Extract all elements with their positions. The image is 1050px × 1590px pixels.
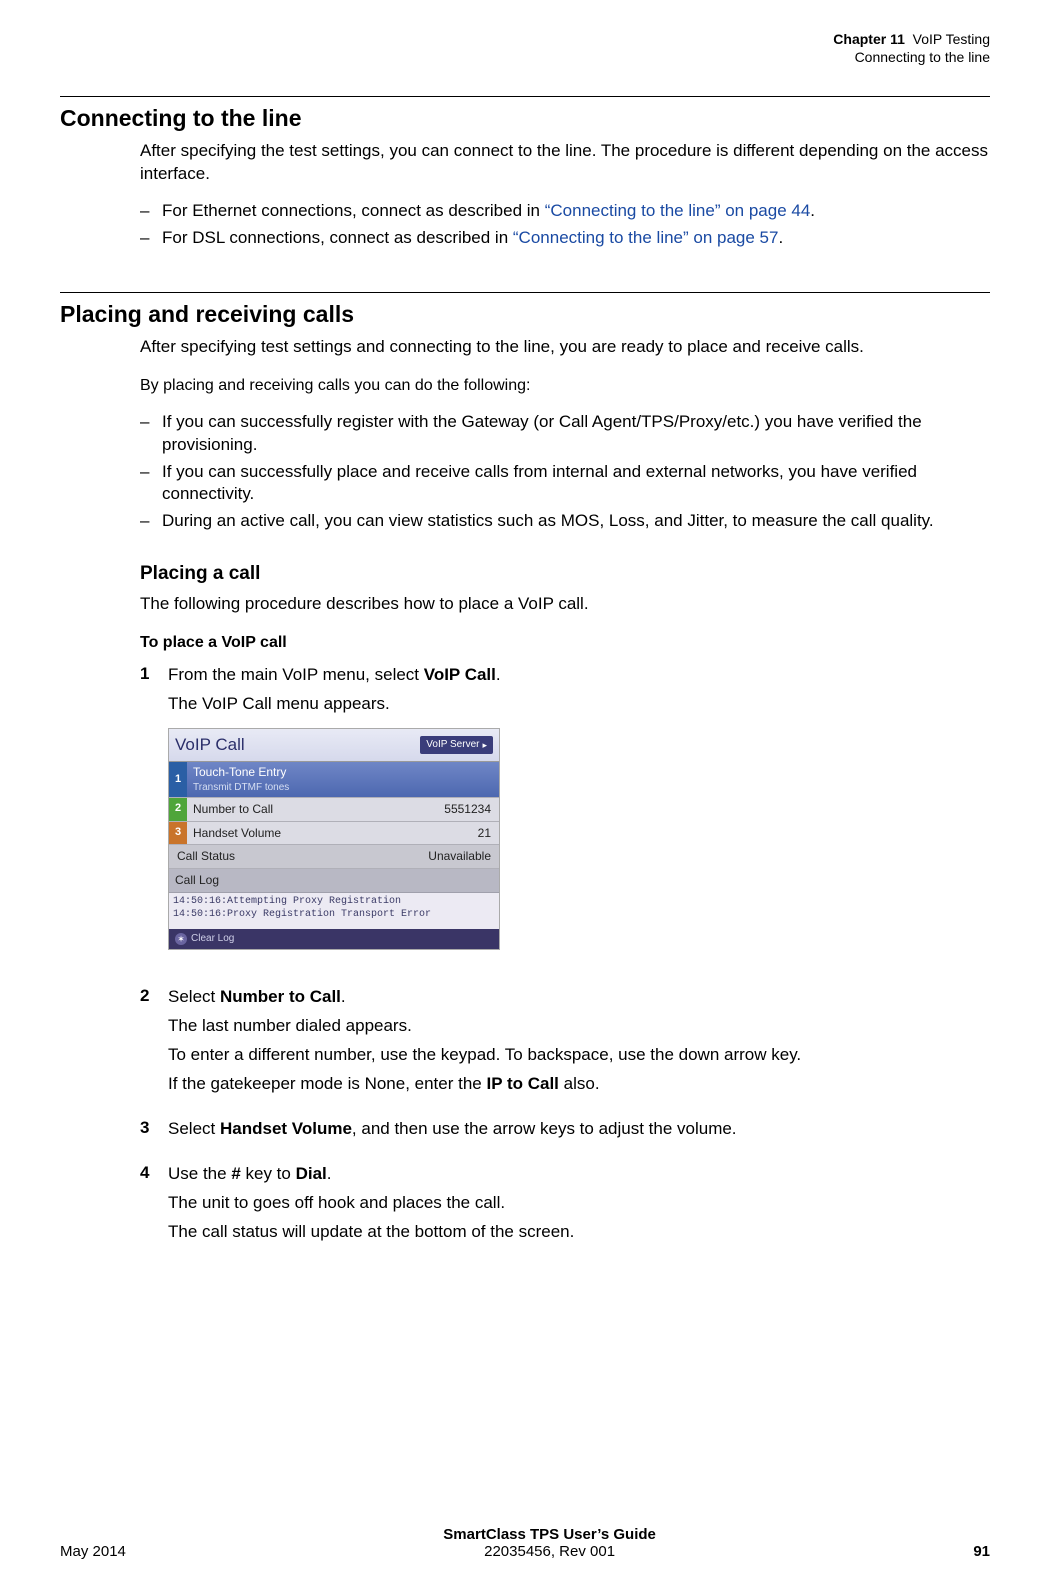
row-sublabel: Transmit DTMF tones <box>193 781 493 795</box>
voip-server-softkey[interactable]: VoIP Server <box>420 736 493 754</box>
section-rule <box>60 96 990 97</box>
xref-line-57[interactable]: “Connecting to the line” on page 57 <box>513 228 779 247</box>
step-number: 3 <box>140 1116 168 1147</box>
chapter-label: Chapter 11 <box>833 31 905 47</box>
row-number-3: 3 <box>169 822 187 845</box>
row-number-1: 1 <box>169 762 187 797</box>
voip-title: VoIP Call <box>175 733 245 757</box>
section1-bullet-ethernet: For Ethernet connections, connect as des… <box>140 200 990 223</box>
voip-row-call-status: Call Status Unavailable <box>169 845 499 869</box>
section2-subintro: By placing and receiving calls you can d… <box>140 375 990 397</box>
row-number-2: 2 <box>169 798 187 821</box>
step-number: 4 <box>140 1161 168 1250</box>
voip-log-area: 14:50:16:Attempting Proxy Registration 1… <box>169 893 499 929</box>
voip-row-touchtone[interactable]: 1 Touch-Tone Entry Transmit DTMF tones <box>169 762 499 798</box>
page-header: Chapter 11 VoIP Testing Connecting to th… <box>60 30 990 66</box>
section-crumb: Connecting to the line <box>60 48 990 66</box>
page-number: 91 <box>973 1543 990 1560</box>
section2-list: If you can successfully register with th… <box>140 411 990 534</box>
row-value: Unavailable <box>420 845 499 868</box>
voip-row-call-log: Call Log <box>169 869 499 893</box>
section1-list: For Ethernet connections, connect as des… <box>140 200 990 250</box>
step-number: 1 <box>140 662 168 970</box>
step-1: 1 From the main VoIP menu, select VoIP C… <box>140 662 990 970</box>
row-label: Touch-Tone Entry <box>193 764 493 781</box>
row-label: Call Status <box>169 845 420 868</box>
section2-bullet-provisioning: If you can successfully register with th… <box>140 411 990 457</box>
section1-intro: After specifying the test settings, you … <box>140 140 990 186</box>
placing-call-title: Placing a call <box>140 563 990 585</box>
row-label: Handset Volume <box>187 822 470 845</box>
xref-line-44[interactable]: “Connecting to the line” on page 44 <box>545 201 811 220</box>
section2-bullet-connectivity: If you can successfully place and receiv… <box>140 461 990 507</box>
section2-intro: After specifying test settings and conne… <box>140 336 990 359</box>
step-2: 2 Select Number to Call. The last number… <box>140 984 990 1102</box>
chapter-title: VoIP Testing <box>913 31 990 47</box>
log-line: 14:50:16:Proxy Registration Transport Er… <box>173 908 495 921</box>
section2-bullet-quality: During an active call, you can view stat… <box>140 510 990 533</box>
voip-row-number-to-call[interactable]: 2 Number to Call 5551234 <box>169 798 499 822</box>
placing-call-intro: The following procedure describes how to… <box>140 593 990 616</box>
step-number: 2 <box>140 984 168 1102</box>
footer-docnum: 22035456, Rev 001 <box>126 1543 973 1560</box>
section1-bullet-dsl: For DSL connections, connect as describe… <box>140 227 990 250</box>
step-3: 3 Select Handset Volume, and then use th… <box>140 1116 990 1147</box>
step-4: 4 Use the # key to Dial. The unit to goe… <box>140 1161 990 1250</box>
row-value: 21 <box>470 822 499 845</box>
procedure-title: To place a VoIP call <box>140 634 990 652</box>
section-title-connecting: Connecting to the line <box>60 105 990 132</box>
voip-row-handset-volume[interactable]: 3 Handset Volume 21 <box>169 822 499 846</box>
clear-log-label: Clear Log <box>191 932 234 946</box>
star-icon: ✶ <box>175 933 187 945</box>
voip-call-screenshot: VoIP Call VoIP Server 1 Touch-Tone Entry… <box>168 728 500 950</box>
voip-footer-clear-log[interactable]: ✶ Clear Log <box>169 929 499 949</box>
footer-date: May 2014 <box>60 1543 126 1560</box>
page-footer: May 2014 SmartClass TPS User’s Guide 220… <box>60 1526 990 1560</box>
log-line: 14:50:16:Attempting Proxy Registration <box>173 895 495 908</box>
row-label: Number to Call <box>187 798 436 821</box>
section-rule <box>60 292 990 293</box>
footer-title: SmartClass TPS User’s Guide <box>126 1526 973 1543</box>
row-value: 5551234 <box>436 798 499 821</box>
section-title-placing: Placing and receiving calls <box>60 301 990 328</box>
